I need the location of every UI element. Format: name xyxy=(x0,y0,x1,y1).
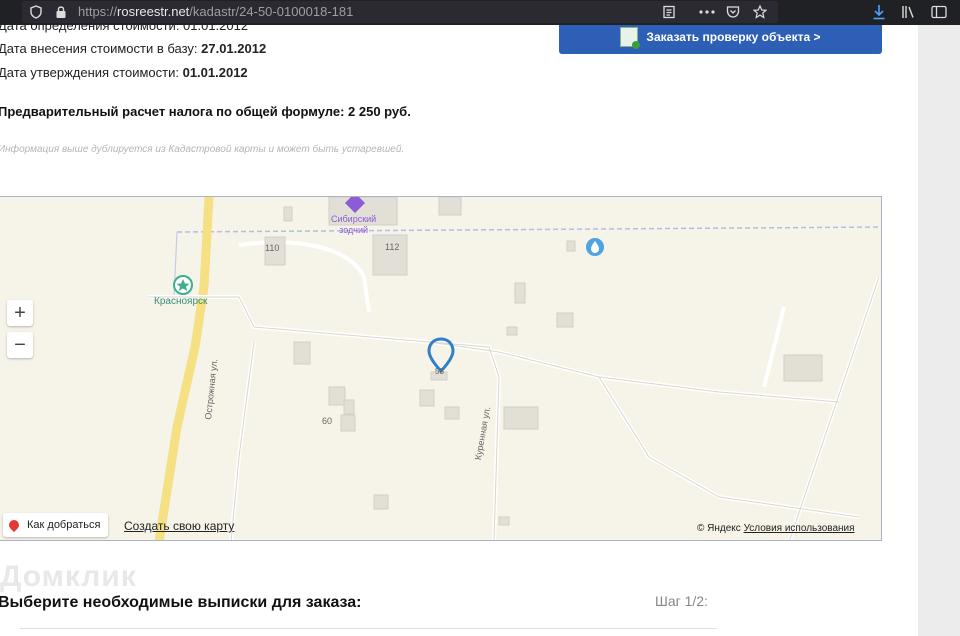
download-icon[interactable] xyxy=(870,3,888,21)
map-label-house-112: 112 xyxy=(385,242,400,252)
map-label-krasnoyarsk: Красноярск xyxy=(154,296,208,307)
tax-estimate: Предварительный расчет налога по общей ф… xyxy=(0,104,411,119)
approval-date-value: 01.01.2012 xyxy=(182,65,248,80)
more-actions-icon[interactable] xyxy=(698,3,716,21)
route-button[interactable]: Как добраться xyxy=(3,513,109,537)
bookmark-star-icon[interactable] xyxy=(751,3,769,21)
library-icon[interactable] xyxy=(900,3,918,21)
step-indicator: Шаг 1/2: xyxy=(655,593,708,609)
route-button-label: Как добраться xyxy=(27,519,101,531)
entry-date-value: 27.01.2012 xyxy=(201,41,267,56)
order-check-button[interactable]: Заказать проверку объекта > xyxy=(559,25,882,54)
shield-icon[interactable] xyxy=(27,3,45,21)
map-label-poi: Сибирский зодчий xyxy=(331,214,377,235)
watermark: Домклик xyxy=(0,560,137,593)
create-map-link[interactable]: Создать свою карту xyxy=(124,519,234,533)
section-heading: Выберите необходимые выписки для заказа: xyxy=(0,594,362,611)
approval-date-line: Дата утверждения стоимости: 01.01.2012 xyxy=(0,65,248,80)
document-check-icon xyxy=(620,26,641,49)
map-label-house-marker: 58 xyxy=(435,367,444,376)
map-label-house-60: 60 xyxy=(322,416,333,426)
map-label-house-110: 110 xyxy=(265,243,280,253)
map-widget[interactable]: Сибирский зодчий 110 112 Красноярск Остр… xyxy=(0,196,882,541)
lock-icon[interactable] xyxy=(52,3,70,21)
terms-link[interactable]: Условия использования xyxy=(744,523,855,534)
sidebar-icon[interactable] xyxy=(930,3,948,21)
zoom-out-button[interactable]: − xyxy=(7,332,33,358)
map-copyright: © Яндекс Условия использования xyxy=(697,523,855,534)
reader-view-icon[interactable] xyxy=(660,3,678,21)
page-content: Дата определения стоимости: 01.01.2012 Д… xyxy=(0,25,918,636)
page-gutter xyxy=(918,25,960,636)
entry-date-line: Дата внесения стоимости в базу: 27.01.20… xyxy=(0,41,267,56)
cut-info-line: Дата определения стоимости: 01.01.2012 xyxy=(0,25,249,33)
map-pin-icon xyxy=(6,517,22,533)
url-text[interactable]: https://rosreestr.net/kadastr/24-50-0100… xyxy=(78,4,353,19)
browser-toolbar: https://rosreestr.net/kadastr/24-50-0100… xyxy=(0,0,960,25)
order-check-label: Заказать проверку объекта > xyxy=(646,29,821,44)
section-divider xyxy=(20,628,717,629)
pocket-icon[interactable] xyxy=(724,3,742,21)
info-note: Информация выше дублируется из Кадастров… xyxy=(0,144,405,155)
zoom-in-button[interactable]: + xyxy=(7,300,33,326)
